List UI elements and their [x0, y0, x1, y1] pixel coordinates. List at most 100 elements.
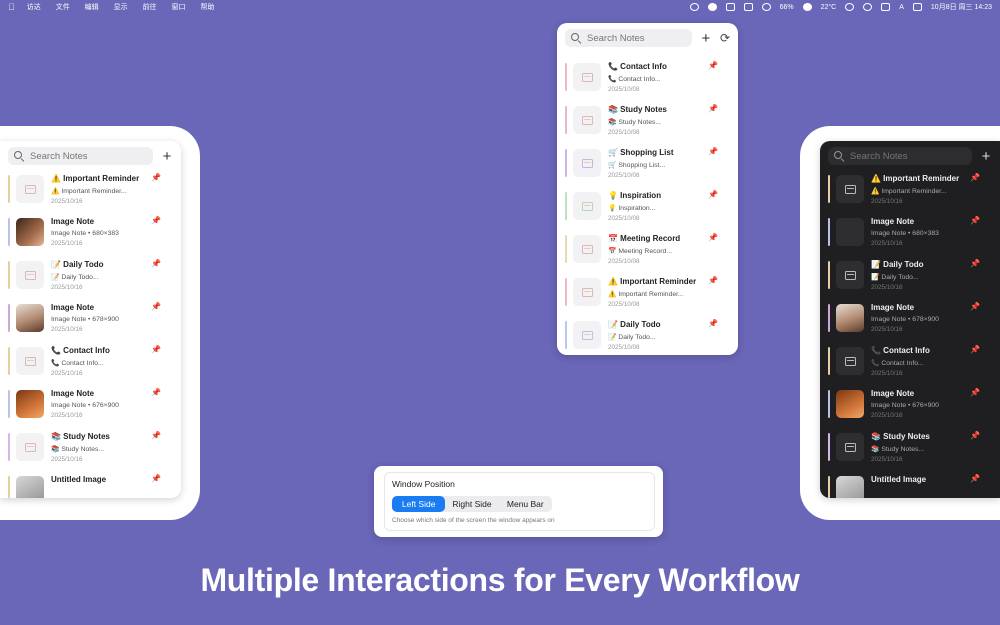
pin-icon[interactable]: 📌 [708, 104, 718, 113]
search-box[interactable] [8, 147, 153, 165]
list-item[interactable]: Untitled Image 📌 [820, 474, 1000, 498]
pin-icon[interactable]: 📌 [151, 431, 161, 440]
list-item[interactable]: 🛒 Shopping List 🛒 Shopping List... 2025/10… [557, 147, 738, 190]
list-item[interactable]: Image Note Image Note • 680×383 2025/10/16… [0, 216, 181, 259]
search-box[interactable] [565, 29, 692, 47]
pin-icon[interactable]: 📌 [970, 474, 980, 483]
pin-icon[interactable]: 📌 [708, 233, 718, 242]
menu-window[interactable]: 窗口 [172, 4, 186, 11]
input-source[interactable]: A [899, 4, 904, 11]
pin-icon[interactable]: 📌 [708, 61, 718, 70]
search-input[interactable] [30, 150, 147, 162]
note-icon [581, 158, 593, 168]
list-item[interactable]: Image Note Image Note • 680×383 2025/10/16… [820, 216, 1000, 259]
list-item[interactable]: Untitled Image 📌 [0, 474, 181, 498]
add-note-button[interactable]: + [161, 149, 173, 164]
list-item[interactable]: 📝 Daily Todo 📝 Daily Todo... 2025/10/08 📌 [557, 319, 738, 355]
add-note-button[interactable]: + [980, 149, 992, 164]
option-left-side[interactable]: Left Side [392, 496, 446, 512]
image-thumbnail [16, 218, 44, 246]
status-sync-icon[interactable] [761, 3, 771, 11]
note-accent [8, 218, 10, 246]
search-box[interactable] [828, 147, 972, 165]
note-accent [8, 476, 10, 498]
list-item[interactable]: 📅 Meeting Record 📅 Meeting Record... 2025/… [557, 233, 738, 276]
list-item[interactable]: 📚 Study Notes 📚 Study Notes... 2025/10/16 … [820, 431, 1000, 474]
note-icon [581, 287, 593, 297]
status-chat-icon[interactable] [743, 3, 753, 11]
status-dot-icon[interactable] [802, 3, 812, 11]
pin-icon[interactable]: 📌 [151, 388, 161, 397]
pin-icon[interactable]: 📌 [708, 319, 718, 328]
pin-icon[interactable]: 📌 [151, 345, 161, 354]
note-preview: ⚠️ Important Reminder... [51, 188, 127, 195]
list-item[interactable]: 📞 Contact Info 📞 Contact Info... 2025/10/1… [0, 345, 181, 388]
list-item[interactable]: 💡 Inspiration 💡 Inspiration... 2025/10/08 … [557, 190, 738, 233]
status-calendar-icon[interactable] [725, 3, 735, 11]
list-item[interactable]: 📝 Daily Todo 📝 Daily Todo... 2025/10/16 📌 [820, 259, 1000, 302]
list-item[interactable]: Image Note Image Note • 676×900 2025/10/16… [820, 388, 1000, 431]
search-input[interactable] [587, 32, 686, 44]
status-wifi-icon[interactable] [881, 3, 891, 11]
apple-menu[interactable]:  [8, 2, 15, 12]
pin-icon[interactable]: 📌 [708, 190, 718, 199]
option-right-side[interactable]: Right Side [445, 496, 498, 512]
pin-icon[interactable]: 📌 [151, 302, 161, 311]
note-list: ⚠️ Important Reminder ⚠️ Important Remind… [820, 171, 1000, 498]
settings-hint: Choose which side of the screen the wind… [392, 517, 555, 524]
pin-icon[interactable]: 📌 [970, 388, 980, 397]
menu-go[interactable]: 前往 [143, 4, 157, 11]
menu-edit[interactable]: 编辑 [85, 4, 99, 11]
list-item[interactable]: ⚠️ Important Reminder ⚠️ Important Remind… [557, 276, 738, 319]
option-menu-bar[interactable]: Menu Bar [499, 496, 552, 512]
note-accent [828, 433, 830, 461]
list-item[interactable]: Image Note Image Note • 678×900 2025/10/16… [0, 302, 181, 345]
status-app-icon[interactable] [689, 3, 699, 11]
weather-reading[interactable]: 22°C [821, 4, 837, 11]
pin-icon[interactable]: 📌 [970, 431, 980, 440]
pin-icon[interactable]: 📌 [151, 173, 161, 182]
sync-icon[interactable]: ⟳ [720, 32, 730, 44]
note-preview: ⚠️ Important Reminder... [608, 291, 684, 298]
list-item[interactable]: 📚 Study Notes 📚 Study Notes... 2025/10/08 … [557, 104, 738, 147]
note-date: 2025/10/16 [871, 198, 903, 205]
list-item[interactable]: Image Note Image Note • 676×900 2025/10/16… [0, 388, 181, 431]
pin-icon[interactable]: 📌 [970, 345, 980, 354]
menubar-clock[interactable]: 10月8日 周三 14:23 [931, 2, 992, 12]
pin-icon[interactable]: 📌 [970, 302, 980, 311]
status-moon-icon[interactable] [845, 3, 855, 11]
status-bluetooth-icon[interactable] [863, 3, 873, 11]
pin-icon[interactable]: 📌 [970, 173, 980, 182]
list-item[interactable]: ⚠️ Important Reminder ⚠️ Important Remind… [0, 173, 181, 216]
list-item[interactable]: Image Note Image Note • 678×900 2025/10/16… [820, 302, 1000, 345]
control-center-icon[interactable] [912, 3, 922, 11]
pin-icon[interactable]: 📌 [151, 216, 161, 225]
list-item[interactable]: 📞 Contact Info 📞 Contact Info... 2025/10/1… [820, 345, 1000, 388]
pin-icon[interactable]: 📌 [970, 216, 980, 225]
note-accent [565, 192, 567, 220]
menu-bar:  访达 文件 编辑 显示 前往 窗口 帮助 66% 22°C A 10月8日 … [0, 0, 1000, 14]
pin-icon[interactable]: 📌 [708, 276, 718, 285]
pin-icon[interactable]: 📌 [708, 147, 718, 156]
list-item[interactable]: 📚 Study Notes 📚 Study Notes... 2025/10/16 … [0, 431, 181, 474]
pin-icon[interactable]: 📌 [151, 259, 161, 268]
pin-icon[interactable]: 📌 [151, 474, 161, 483]
menu-view[interactable]: 显示 [114, 4, 128, 11]
list-item[interactable]: 📞 Contact Info 📞 Contact Info... 2025/10/0… [557, 61, 738, 104]
settings-group: Window Position Left Side Right Side Men… [384, 472, 655, 531]
pin-icon[interactable]: 📌 [970, 259, 980, 268]
note-thumbnail [836, 261, 864, 289]
list-item[interactable]: ⚠️ Important Reminder ⚠️ Important Remind… [820, 173, 1000, 216]
status-notes-icon[interactable] [707, 3, 717, 11]
menu-finder[interactable]: 访达 [27, 4, 41, 11]
menu-file[interactable]: 文件 [56, 4, 70, 11]
image-thumbnail [16, 304, 44, 332]
search-row: + [820, 141, 1000, 171]
battery-level[interactable]: 66% [780, 4, 794, 11]
note-preview: 📚 Study Notes... [608, 119, 662, 126]
search-input[interactable] [850, 150, 966, 162]
list-item[interactable]: 📝 Daily Todo 📝 Daily Todo... 2025/10/16 📌 [0, 259, 181, 302]
menu-help[interactable]: 帮助 [200, 4, 214, 11]
add-note-button[interactable]: + [700, 31, 712, 46]
note-date: 2025/10/08 [608, 301, 640, 308]
